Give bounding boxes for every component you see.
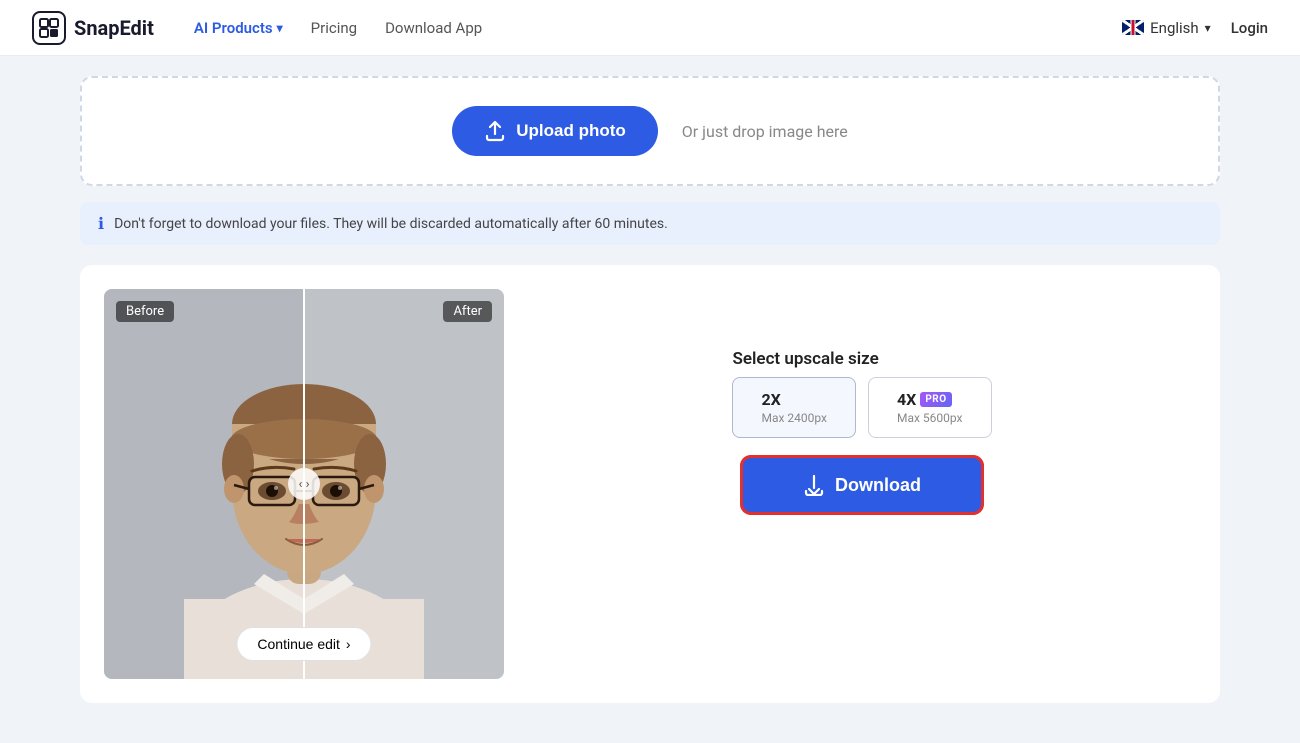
size-option-2x[interactable]: 2X Max 2400px <box>732 377 856 438</box>
upload-photo-button[interactable]: Upload photo <box>452 106 658 156</box>
upscale-label: Select upscale size <box>732 349 991 369</box>
pro-badge: PRO <box>920 392 951 407</box>
language-label: English <box>1150 19 1199 37</box>
logo[interactable]: SnapEdit <box>32 11 154 45</box>
info-banner: ℹ Don't forget to download your files. T… <box>80 202 1220 245</box>
right-panel: Select upscale size 2X Max 2400px 4X PRO <box>528 289 1196 679</box>
upload-icon <box>484 120 506 142</box>
main-content: Upload photo Or just drop image here ℹ D… <box>0 56 1300 743</box>
upload-area: Upload photo Or just drop image here <box>80 76 1220 186</box>
chevron-right-icon: › <box>346 636 351 652</box>
logo-text: SnapEdit <box>74 16 154 40</box>
info-icon: ℹ <box>98 214 104 233</box>
logo-icon <box>32 11 66 45</box>
size-option-4x[interactable]: 4X PRO Max 5600px <box>868 377 992 438</box>
before-label: Before <box>116 301 174 322</box>
download-icon <box>803 474 825 496</box>
chevron-down-icon: ▾ <box>277 21 283 35</box>
nav-pricing[interactable]: Pricing <box>311 19 357 37</box>
size-options: 2X Max 2400px 4X PRO Max 5600px <box>732 377 991 438</box>
nav-download-app[interactable]: Download App <box>385 19 482 37</box>
language-selector[interactable]: English ▾ <box>1122 19 1211 37</box>
compare-handle[interactable]: ‹ › <box>288 468 320 500</box>
drop-text: Or just drop image here <box>682 122 848 141</box>
nav-right: English ▾ Login <box>1122 19 1268 37</box>
flag-icon <box>1122 20 1144 35</box>
after-label: After <box>443 301 492 322</box>
download-button[interactable]: Download <box>743 458 981 512</box>
nav-links: AI Products ▾ Pricing Download App <box>194 19 1090 37</box>
lang-chevron-icon: ▾ <box>1205 21 1211 35</box>
info-message: Don't forget to download your files. The… <box>114 216 668 232</box>
nav-ai-products[interactable]: AI Products ▾ <box>194 19 283 37</box>
image-compare: Before After <box>104 289 504 679</box>
continue-edit-button[interactable]: Continue edit › <box>236 627 371 661</box>
navbar: SnapEdit AI Products ▾ Pricing Download … <box>0 0 1300 56</box>
comparison-section: Before After <box>80 265 1220 703</box>
login-button[interactable]: Login <box>1231 19 1268 37</box>
